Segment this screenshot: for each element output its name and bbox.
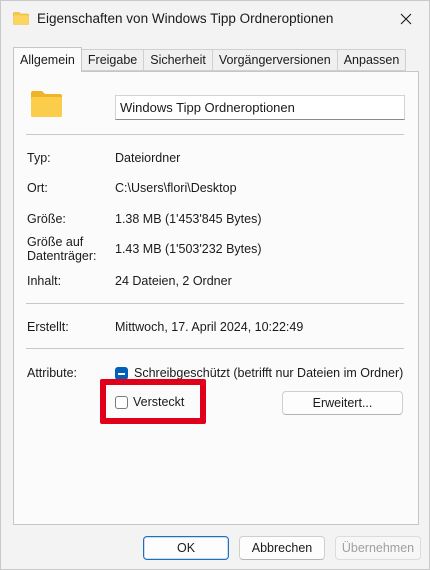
tab-allgemein[interactable]: Allgemein (13, 47, 82, 72)
ok-button[interactable]: OK (143, 536, 229, 560)
size-label: Größe: (27, 212, 66, 226)
disk-size-value: 1.43 MB (1'503'232 Bytes) (115, 242, 262, 256)
properties-dialog: Eigenschaften von Windows Tipp Ordneropt… (0, 0, 430, 570)
apply-button[interactable]: Übernehmen (335, 536, 421, 560)
contents-label: Inhalt: (27, 274, 62, 288)
window-title: Eigenschaften von Windows Tipp Ordneropt… (37, 11, 334, 26)
cancel-button[interactable]: Abbrechen (239, 536, 325, 560)
folder-name-input[interactable] (115, 95, 405, 120)
disk-size-label: Größe auf Datenträger: (27, 235, 96, 263)
divider (26, 348, 404, 349)
location-label: Ort: (27, 181, 48, 195)
divider (26, 303, 404, 304)
contents-value: 24 Dateien, 2 Ordner (115, 274, 232, 288)
title-bar[interactable]: Eigenschaften von Windows Tipp Ordneropt… (1, 1, 429, 37)
tab-strip: Allgemein Freigabe Sicherheit Vorgängerv… (13, 47, 407, 72)
advanced-button[interactable]: Erweitert... (282, 391, 403, 415)
created-label: Erstellt: (27, 320, 69, 334)
general-tab-panel: Typ: Dateiordner Ort: C:\Users\flori\Des… (13, 71, 419, 525)
type-value: Dateiordner (115, 151, 181, 165)
location-value: C:\Users\flori\Desktop (115, 181, 237, 195)
tab-freigabe[interactable]: Freigabe (81, 49, 145, 71)
tab-sicherheit[interactable]: Sicherheit (144, 49, 213, 71)
created-value: Mittwoch, 17. April 2024, 10:22:49 (115, 320, 304, 334)
size-value: 1.38 MB (1'453'845 Bytes) (115, 212, 262, 226)
close-icon (400, 13, 412, 25)
close-button[interactable] (383, 1, 429, 37)
readonly-label[interactable]: Schreibgeschützt (betrifft nur Dateien i… (134, 366, 403, 380)
disk-size-label-line1: Größe auf (27, 235, 84, 249)
type-label: Typ: (27, 151, 51, 165)
disk-size-label-line2: Datenträger: (27, 249, 97, 263)
tab-anpassen[interactable]: Anpassen (337, 49, 407, 71)
folder-icon (31, 91, 62, 117)
attributes-label: Attribute: (27, 366, 78, 380)
tab-vorgaengerversionen[interactable]: Vorgängerversionen (212, 49, 338, 71)
folder-icon (13, 12, 29, 25)
highlight-box (100, 379, 206, 424)
divider (26, 134, 404, 135)
